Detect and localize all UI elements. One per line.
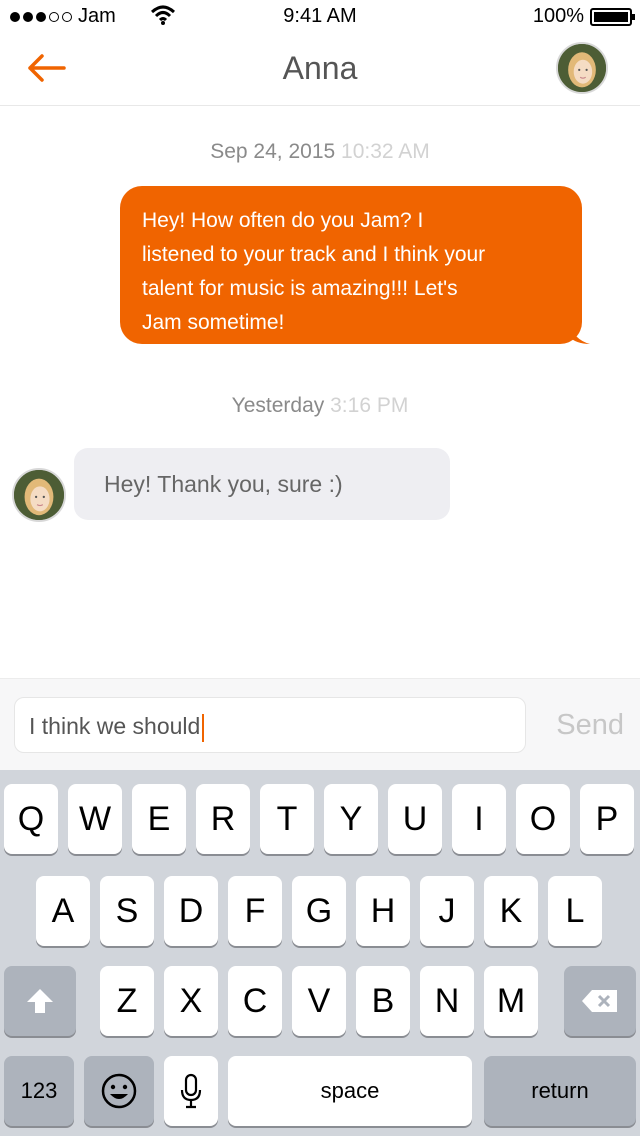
key-u[interactable]: U <box>388 784 442 854</box>
keyboard: Q W E R T Y U I O P A S D F G H J K L Z … <box>0 770 640 1136</box>
key-k[interactable]: K <box>484 876 538 946</box>
key-t[interactable]: T <box>260 784 314 854</box>
key-j[interactable]: J <box>420 876 474 946</box>
battery-percent: 100% <box>532 5 584 27</box>
shift-key[interactable] <box>4 966 76 1036</box>
message-timestamp: Yesterday 3:16 PM <box>0 394 640 418</box>
key-g[interactable]: G <box>292 876 346 946</box>
microphone-key[interactable] <box>164 1056 218 1126</box>
sender-avatar[interactable] <box>12 468 66 522</box>
key-p[interactable]: P <box>580 784 634 854</box>
message-line: talent for music is amazing!!! Let's <box>142 277 458 300</box>
emoji-icon <box>101 1073 137 1109</box>
battery-icon <box>590 7 635 26</box>
timestamp-time: 10:32 AM <box>341 140 430 163</box>
status-right: 100% <box>532 5 635 28</box>
bubble-tail <box>568 322 590 344</box>
key-r[interactable]: R <box>196 784 250 854</box>
space-key[interactable]: space <box>228 1056 472 1126</box>
message-line: listened to your track and I think your <box>142 243 486 266</box>
message-input[interactable]: I think we should <box>14 697 526 753</box>
avatar-image <box>558 44 606 92</box>
key-w[interactable]: W <box>68 784 122 854</box>
key-f[interactable]: F <box>228 876 282 946</box>
key-a[interactable]: A <box>36 876 90 946</box>
key-x[interactable]: X <box>164 966 218 1036</box>
send-button[interactable]: Send <box>556 709 624 742</box>
key-c[interactable]: C <box>228 966 282 1036</box>
key-b[interactable]: B <box>356 966 410 1036</box>
emoji-key[interactable] <box>84 1056 154 1126</box>
incoming-message-bubble[interactable]: Hey! Thank you, sure :) <box>74 448 450 520</box>
key-h[interactable]: H <box>356 876 410 946</box>
key-s[interactable]: S <box>100 876 154 946</box>
key-n[interactable]: N <box>420 966 474 1036</box>
timestamp-date: Yesterday <box>231 394 325 417</box>
message-line: Hey! How often do you Jam? I <box>142 209 424 232</box>
profile-avatar[interactable] <box>556 42 608 94</box>
outgoing-message-bubble[interactable]: Hey! How often do you Jam? I listened to… <box>120 186 590 344</box>
key-y[interactable]: Y <box>324 784 378 854</box>
key-e[interactable]: E <box>132 784 186 854</box>
key-m[interactable]: M <box>484 966 538 1036</box>
status-bar: Jam 9:41 AM 100% <box>0 0 640 34</box>
message-timestamp: Sep 24, 2015 10:32 AM <box>0 140 640 164</box>
navigation-bar: Anna <box>0 34 640 106</box>
message-input-value: I think we should <box>29 713 201 739</box>
backspace-icon <box>582 990 617 1012</box>
key-d[interactable]: D <box>164 876 218 946</box>
avatar-image <box>14 470 64 520</box>
message-line: Jam sometime! <box>142 311 285 334</box>
key-v[interactable]: V <box>292 966 346 1036</box>
microphone-icon <box>180 1073 202 1109</box>
text-caret <box>202 713 205 742</box>
key-l[interactable]: L <box>548 876 602 946</box>
key-i[interactable]: I <box>452 784 506 854</box>
message-composer: I think we should Send <box>0 678 640 770</box>
chat-title: Anna <box>282 50 358 86</box>
return-key[interactable]: return <box>484 1056 636 1126</box>
timestamp-time: 3:16 PM <box>330 394 409 417</box>
key-q[interactable]: Q <box>4 784 58 854</box>
numbers-key[interactable]: 123 <box>4 1056 74 1126</box>
key-z[interactable]: Z <box>100 966 154 1036</box>
key-o[interactable]: O <box>516 784 570 854</box>
timestamp-date: Sep 24, 2015 <box>210 140 336 163</box>
delete-key[interactable] <box>564 966 636 1036</box>
shift-arrow-icon <box>27 989 53 1013</box>
